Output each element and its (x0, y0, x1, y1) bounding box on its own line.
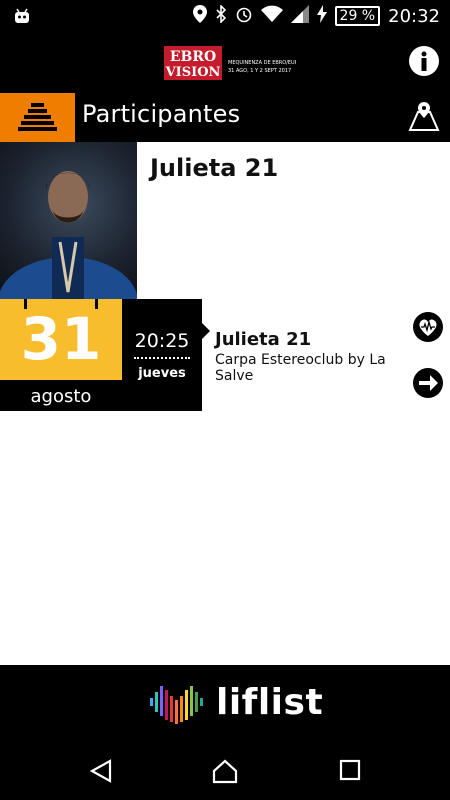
section-menu-button[interactable] (0, 93, 75, 142)
event-title[interactable]: Julieta 21 (215, 329, 311, 350)
arrow-right-icon (413, 368, 443, 398)
navigation-bar (0, 740, 450, 800)
heart-icon (413, 312, 443, 342)
go-to-event-button[interactable] (412, 367, 444, 399)
info-button[interactable] (408, 45, 440, 77)
bluetooth-icon (215, 3, 227, 28)
pointer-arrow (201, 322, 210, 340)
event-time: 20:25 (134, 330, 190, 352)
logo-line1: EBRO (170, 49, 216, 65)
event-day: 31 (20, 305, 102, 373)
info-icon (409, 46, 439, 76)
battery-indicator: 29 % (334, 6, 381, 26)
event-weekday: jueves (138, 366, 186, 381)
status-bar: 29 % 20:32 (0, 0, 450, 32)
android-robot-icon (12, 6, 32, 26)
back-icon (89, 759, 112, 783)
time-divider (134, 357, 190, 359)
time-block (122, 299, 202, 411)
signal-icon (290, 4, 309, 28)
artist-photo[interactable] (0, 142, 137, 299)
map-icon (408, 102, 440, 131)
map-button[interactable] (408, 100, 440, 132)
location-icon (192, 4, 207, 28)
home-button[interactable] (211, 758, 238, 784)
page-title: Participantes (82, 100, 241, 128)
recents-button[interactable] (338, 758, 364, 784)
liflist-logo: liflist (148, 680, 323, 725)
footer-brand: liflist (216, 682, 324, 723)
liflist-heart-icon (150, 686, 203, 724)
wifi-icon (260, 5, 283, 28)
recents-icon (339, 759, 361, 781)
charging-icon (316, 4, 327, 28)
back-button[interactable] (88, 758, 114, 784)
ebrovision-logo: EBRO VISION MEQUINENZA DE EBRO/EUROPA 31… (164, 44, 309, 82)
artist-name: Julieta 21 (150, 154, 279, 182)
event-venue: Carpa Estereoclub by La Salve (215, 352, 386, 384)
event-month: agosto (30, 386, 92, 407)
svg-text:MEQUINENZA DE EBRO/EUROPA: MEQUINENZA DE EBRO/EUROPA (228, 60, 296, 66)
stack-icon (18, 103, 57, 131)
favorite-button[interactable] (412, 311, 444, 343)
svg-text:31 AGO, 1 Y 2 SEPT 2017: 31 AGO, 1 Y 2 SEPT 2017 (228, 68, 291, 74)
logo-line2: VISION (165, 65, 221, 80)
clock: 20:32 (388, 5, 440, 27)
home-icon (212, 759, 238, 784)
alarm-icon (235, 5, 253, 28)
